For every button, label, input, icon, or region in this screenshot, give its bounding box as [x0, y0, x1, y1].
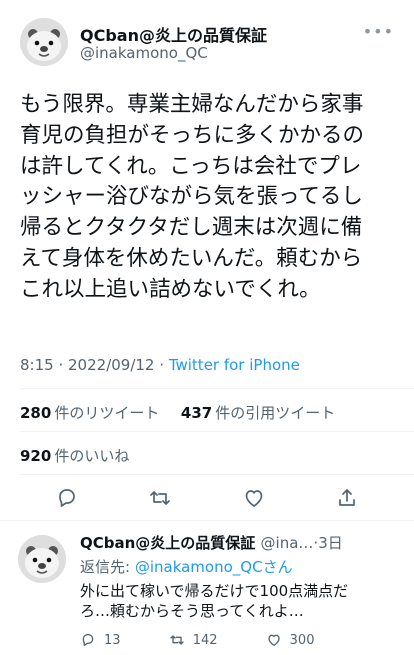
tweet-text: もう限界。専業主婦なんだから家事 育児の負担がそっちに多くかかるの は許してくれ…: [20, 90, 400, 306]
quotes-stat[interactable]: 437 件の引用ツイート: [181, 404, 335, 422]
tweet-action-bar: [0, 486, 414, 516]
author-display-name[interactable]: QCban@炎上の品質保証: [80, 22, 267, 46]
reply-to-label: 返信先:: [80, 558, 135, 576]
reply-text-line: 外に出て稼いで帰るだけで100点満点だ: [80, 582, 349, 600]
retweet-quote-stats: 280 件のリツイート 437 件の引用ツイート: [20, 402, 335, 423]
likes-stat[interactable]: 920 件のいいね: [20, 445, 129, 466]
retweets-count: 280: [20, 404, 52, 422]
tweet-text-line: 育児の負担がそっちに多くかかるの: [20, 122, 365, 148]
share-icon[interactable]: [335, 486, 359, 510]
retweet-icon[interactable]: [148, 486, 172, 510]
likes-count: 920: [20, 447, 52, 465]
reply-to-handle-link[interactable]: @inakamono_QCさん: [135, 558, 293, 576]
tweet-text-line: もう限界。専業主婦なんだから家事: [20, 92, 364, 117]
tweet-text-line: これ以上追い詰めないでくれ。: [20, 276, 321, 302]
tweet-time[interactable]: 8:15: [20, 356, 54, 374]
tweet-source-link[interactable]: Twitter for iPhone: [169, 356, 300, 374]
reply-handle[interactable]: @ina…: [261, 534, 314, 552]
reply-avatar[interactable]: [18, 535, 66, 583]
like-icon: [267, 634, 280, 646]
divider: [20, 474, 414, 475]
reply-likes-count: 300: [289, 632, 315, 648]
reply-display-name[interactable]: QCban@炎上の品質保証: [80, 534, 255, 552]
like-icon[interactable]: [242, 486, 266, 510]
tweet-date[interactable]: 2022/09/12: [68, 356, 154, 374]
reply-action-bar: 13 142 300: [80, 632, 358, 652]
author-handle[interactable]: @inakamono_QC: [80, 44, 208, 62]
tweet-text-line: 帰るとクタクタだし週末は次週に備: [20, 215, 363, 241]
reply-to-line: 返信先: @inakamono_QCさん: [80, 556, 293, 577]
retweets-label: 件のリツイート: [54, 404, 160, 422]
reply-retweet-button[interactable]: 142: [169, 632, 218, 648]
divider: [20, 431, 414, 432]
tweet-text-line: えて身体を休めたいんだ。頼むから: [20, 245, 363, 271]
meta-separator: ·: [58, 356, 69, 374]
reply-icon[interactable]: [55, 486, 79, 510]
reply-text-line: ろ…頼むからそう思ってくれよ…: [80, 602, 304, 620]
tweet-text-line: は許してくれ。こっちは会社でプレ: [20, 153, 362, 179]
retweets-stat[interactable]: 280 件のリツイート: [20, 404, 159, 422]
reply-retweets-count: 142: [192, 632, 218, 648]
meta-separator: ·: [159, 356, 169, 374]
reply-replies-count: 13: [104, 632, 121, 648]
reply-reply-button[interactable]: 13: [80, 632, 121, 648]
more-options-icon[interactable]: •••: [363, 22, 394, 41]
reply-icon: [82, 634, 94, 646]
reply-author-line: QCban@炎上の品質保証 @ina…·3日: [80, 532, 343, 553]
reply-like-button[interactable]: 300: [266, 632, 315, 648]
divider: [0, 520, 414, 521]
quotes-count: 437: [180, 404, 213, 422]
tweet-text-line: ッシャー浴びながら気を張ってるし: [20, 184, 363, 210]
divider: [20, 388, 414, 389]
tweet-meta: 8:15 · 2022/09/12 · Twitter for iPhone: [20, 356, 300, 374]
reply-text: 外に出て稼いで帰るだけで100点満点だ ろ…頼むからそう思ってくれよ…: [80, 581, 400, 621]
likes-label: 件のいいね: [54, 447, 130, 465]
reply-age[interactable]: 3日: [318, 534, 343, 552]
quotes-label: 件の引用ツイート: [215, 404, 336, 422]
avatar[interactable]: [20, 18, 68, 66]
retweet-icon: [170, 635, 184, 645]
